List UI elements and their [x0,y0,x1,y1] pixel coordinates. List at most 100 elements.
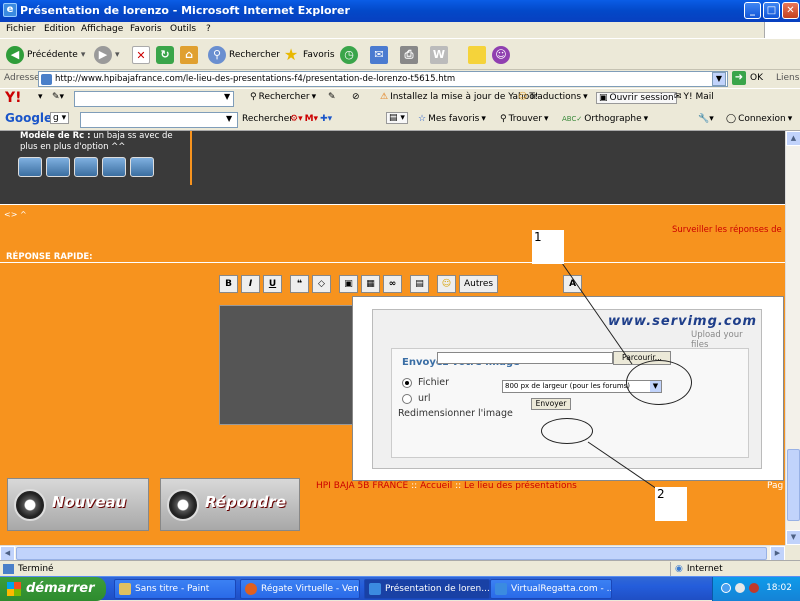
open-session-button[interactable]: ▣ Ouvrir session [596,92,677,104]
scroll-down-icon[interactable]: ▼ [786,530,800,545]
google-search-input[interactable] [80,112,238,128]
yahoo-search-dropdown[interactable]: ▼ [224,92,230,101]
refresh-button[interactable]: ↻ [156,44,174,66]
search-label: Rechercher [229,50,280,60]
mail-button[interactable]: ✉ [370,44,388,66]
globe-icon: ◉ [675,564,683,574]
yahoo-logo-icon[interactable]: Y! [5,90,22,106]
start-button[interactable]: démarrer [0,577,106,601]
scroll-left-icon[interactable]: ◀ [0,546,15,561]
task-regate[interactable]: Régate Virtuelle - Ven... [240,579,360,599]
paint-icon [119,583,131,595]
history-icon: ◷ [340,46,358,64]
translate-icon: ☺ [518,92,528,102]
google-extra-icons[interactable]: ⚙▾ M▾ ✚▾ [290,114,332,124]
favorites-button[interactable]: ★ Favoris [282,44,335,66]
zone-label: Internet [686,564,723,574]
update-yahoo-label: Installez la mise à jour de Yahoo! [390,92,539,102]
menu-help[interactable]: ? [206,24,211,34]
translations-button[interactable]: ☺ Traductions ▾ [518,92,588,102]
pencil-icon[interactable]: ✎▾ [52,92,64,102]
close-button[interactable]: ✕ [782,2,799,19]
star-icon: ☆ [418,114,427,124]
stop-button[interactable]: ✕ [132,44,150,66]
menu-bar: Fichier Edition Affichage Favoris Outils… [0,22,800,38]
standard-toolbar: ◀ Précédente ▾ ▶ ▾ ✕ ↻ ⌂ ⚲ Rechercher ★ … [0,38,800,70]
my-favorites-button[interactable]: ☆ Mes favoris ▾ [418,114,486,124]
annotation-line-2 [587,441,661,492]
new-topic-button[interactable]: Nouveau [7,478,149,531]
task-virtualregatta[interactable]: VirtualRegatta.com - ... [490,579,612,599]
chevron-down-icon: ▾ [643,114,649,124]
firefox-icon [245,583,257,595]
go-button[interactable]: ➜ OK [732,71,763,85]
go-label: OK [750,73,763,83]
block-icon[interactable]: ⊘ [352,92,360,102]
breadcrumb-home[interactable]: Accueil [420,481,452,491]
ie-icon: e [3,3,17,17]
task-label: Présentation de loren... [385,584,490,594]
home-icon: ⌂ [180,46,198,64]
menu-favoris[interactable]: Favoris [130,24,162,34]
annotation-label-2: 2 [655,487,687,521]
system-tray: 18:02 [712,577,800,601]
horizontal-scrollbar[interactable]: ◀ ▶ [0,545,785,561]
yahoo-mail-button[interactable]: ✉ Y! Mail [674,92,714,102]
scroll-right-icon[interactable]: ▶ [770,546,785,561]
home-button[interactable]: ⌂ [180,44,198,66]
scroll-thumb[interactable] [787,449,800,521]
messenger-button[interactable]: ☺ [492,44,510,66]
google-logo-icon[interactable]: Google [5,111,52,125]
google-menu-button[interactable]: g ▾ [50,112,70,124]
new-topic-label: Nouveau [52,493,127,511]
forward-button[interactable]: ▶ ▾ [94,44,120,66]
yahoo-search-button[interactable]: ⚲ Rechercher ▾ [250,92,316,102]
address-dropdown-button[interactable]: ▼ [712,72,726,86]
breadcrumb-section[interactable]: Le lieu des présentations [464,481,577,491]
status-text: Terminé [18,564,54,574]
history-button[interactable]: ◷ [340,44,358,66]
maximize-button[interactable]: □ [763,2,780,19]
scroll-up-icon[interactable]: ▲ [786,131,800,146]
discuss-button[interactable] [468,44,486,66]
edit-button[interactable]: W [430,44,448,66]
address-input[interactable]: http://www.hpibajafrance.com/le-lieu-des… [38,71,728,87]
network-icon[interactable] [721,583,731,593]
menu-fichier[interactable]: Fichier [6,24,35,34]
menu-edition[interactable]: Edition [44,24,75,34]
print-button[interactable]: ⎙ [400,44,418,66]
word-icon: W [430,46,448,64]
windows-logo-icon [7,582,21,596]
page-options-button[interactable]: ▤ ▾ [386,112,408,124]
find-button[interactable]: ⚲ Trouver ▾ [500,114,549,124]
google-search-dropdown[interactable]: ▼ [226,114,232,123]
task-paint[interactable]: Sans titre - Paint [114,579,236,599]
volume-icon[interactable] [735,583,745,593]
tire-icon [14,489,46,521]
google-search-button[interactable]: Rechercher [242,114,293,124]
menu-affichage[interactable]: Affichage [81,24,123,34]
chevron-down-icon: ▾ [583,92,588,102]
vertical-scrollbar[interactable]: ▲ ▼ [785,131,800,545]
highlight-icon[interactable]: ✎ [328,92,336,102]
minimize-button[interactable]: _ [744,2,761,19]
reply-button[interactable]: Répondre [160,478,300,531]
chevron-down-icon[interactable]: ▾ [38,92,43,102]
connect-button[interactable]: ◯ Connexion ▾ [726,114,792,124]
update-yahoo-button[interactable]: ⚠ Installez la mise à jour de Yahoo! [380,92,538,102]
search-button[interactable]: ⚲ Rechercher [208,44,280,66]
yahoo-search-input[interactable] [74,91,234,107]
breadcrumb-forum[interactable]: HPI BAJA 5B FRANCE [316,481,408,491]
links-toolbar[interactable]: Liens [776,73,799,83]
ie-icon [369,583,381,595]
breadcrumb-separator: :: [455,481,462,491]
security-icon[interactable] [749,583,759,593]
messenger-icon: ☺ [492,46,510,64]
task-presentation[interactable]: Présentation de loren... [364,579,490,599]
back-button[interactable]: ◀ Précédente ▾ [6,44,85,66]
scroll-thumb[interactable] [16,547,767,560]
session-icon: ▣ [599,93,608,103]
spellcheck-button[interactable]: ABC✓ Orthographe ▾ [562,114,648,124]
settings-icon[interactable]: 🔧▾ [698,114,714,124]
menu-outils[interactable]: Outils [170,24,196,34]
